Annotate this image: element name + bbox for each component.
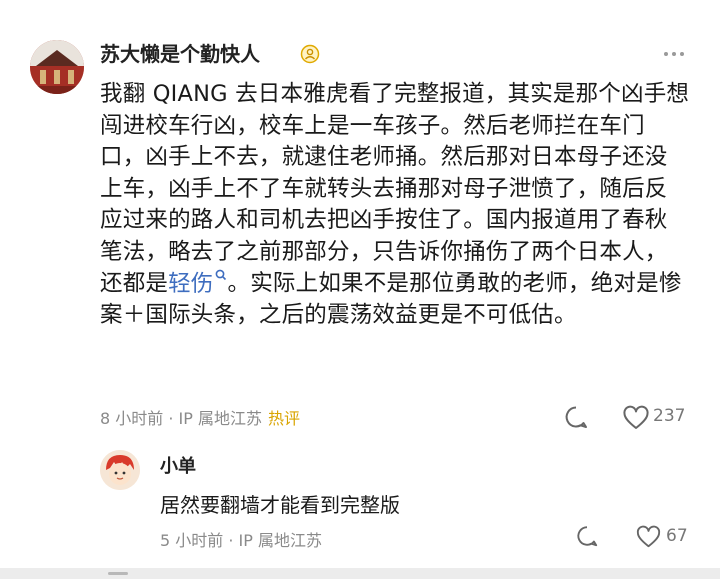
reply-avatar[interactable] bbox=[100, 450, 140, 490]
scroll-indicator bbox=[108, 572, 128, 575]
reply-author[interactable]: 小单 bbox=[160, 452, 196, 478]
like-count: 237 bbox=[653, 406, 686, 426]
avatar[interactable] bbox=[30, 40, 84, 94]
comment-text: 我翻 QIANG 去日本雅虎看了完整报道，其实是那个凶手想闯进校车行凶，校车上是… bbox=[100, 81, 690, 297]
comment-time-ip: 8 小时前 · IP 属地江苏 bbox=[100, 409, 262, 428]
search-link-icon bbox=[215, 269, 226, 281]
heart-icon[interactable] bbox=[622, 405, 650, 431]
reply-icon[interactable] bbox=[575, 524, 599, 548]
search-link-text[interactable]: 轻伤 bbox=[168, 271, 213, 297]
reply-icon[interactable] bbox=[563, 404, 589, 430]
reply-body: 居然要翻墙才能看到完整版 bbox=[160, 493, 400, 517]
verified-badge-icon bbox=[300, 44, 320, 64]
reply-meta: 5 小时前 · IP 属地江苏 bbox=[160, 531, 322, 550]
comment-meta: 8 小时前 · IP 属地江苏 热评 bbox=[100, 405, 300, 429]
comment-author[interactable]: 苏大懒是个勤快人 bbox=[100, 40, 260, 68]
more-icon[interactable] bbox=[660, 42, 688, 66]
heart-icon[interactable] bbox=[635, 525, 662, 549]
reply-like-count: 67 bbox=[666, 526, 688, 546]
search-link[interactable]: 轻伤 bbox=[168, 269, 227, 297]
comment-body: 我翻 QIANG 去日本雅虎看了完整报道，其实是那个凶手想闯进校车行凶，校车上是… bbox=[100, 79, 690, 332]
hot-comment-tag: 热评 bbox=[267, 409, 300, 428]
